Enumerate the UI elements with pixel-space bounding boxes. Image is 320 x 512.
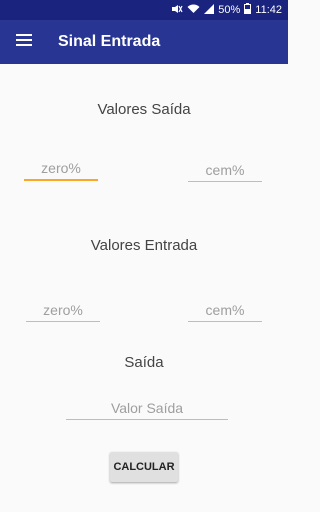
menu-icon [16, 33, 32, 51]
battery-text: 50% [218, 4, 241, 16]
input-hundred-input[interactable]: cem% [188, 299, 262, 322]
output-zero-input[interactable]: zero% [24, 157, 98, 181]
clock: 11:42 [255, 4, 282, 16]
calculate-button[interactable]: CALCULAR [110, 452, 178, 482]
battery-icon [244, 3, 252, 17]
mute-icon [171, 4, 183, 17]
input-zero-input[interactable]: zero% [26, 299, 100, 322]
app-bar: Sinal Entrada [0, 20, 288, 64]
output-result-field[interactable]: Valor Saída [66, 397, 228, 420]
output-result-label: Saída [124, 354, 164, 371]
menu-button[interactable] [0, 20, 48, 64]
output-hundred-input[interactable]: cem% [188, 159, 262, 182]
signal-icon [204, 3, 215, 17]
input-values-label: Valores Entrada [90, 237, 198, 254]
output-values-label: Valores Saída [97, 101, 191, 118]
status-bar: 50% 11:42 [0, 0, 288, 20]
wifi-icon [187, 4, 200, 17]
page-title: Sinal Entrada [58, 33, 161, 50]
